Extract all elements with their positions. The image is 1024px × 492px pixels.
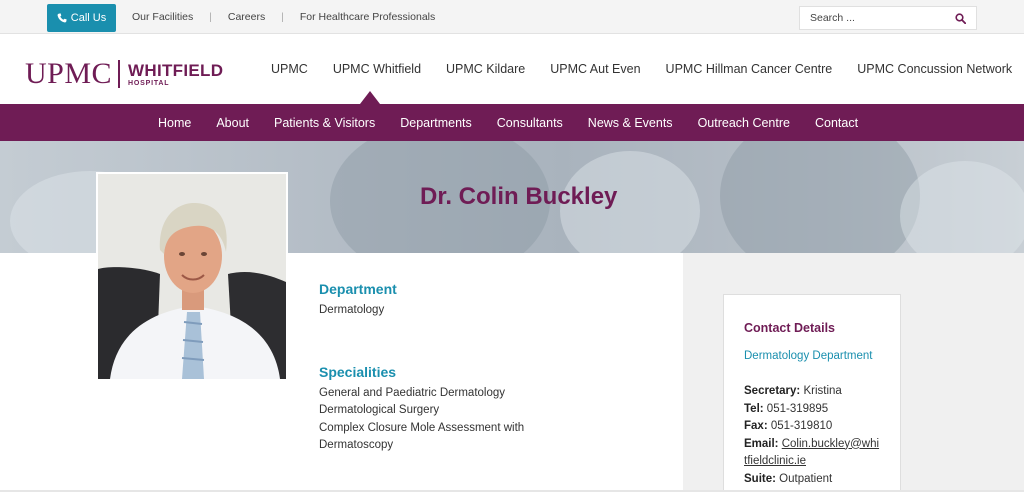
call-us-label: Call Us xyxy=(70,12,107,24)
specialities-heading: Specialities xyxy=(319,364,397,380)
tel-value: 051-319895 xyxy=(766,402,829,415)
email-link[interactable]: Colin.buckley@whi xyxy=(782,438,879,450)
search-input[interactable] xyxy=(810,12,950,24)
main-nav-upmc[interactable]: UPMC xyxy=(271,62,308,76)
separator: | xyxy=(281,11,284,23)
logo-hospital-name: WHITFIELD xyxy=(128,60,224,80)
sub-nav-consultants[interactable]: Consultants xyxy=(497,116,563,130)
email-row: Email: Colin.buckley@whi xyxy=(744,436,900,454)
contact-heading: Contact Details xyxy=(744,321,835,335)
sub-nav-home[interactable]: Home xyxy=(158,116,191,130)
speciality-item: General and Paediatric Dermatology xyxy=(319,386,506,399)
fax-label: Fax: xyxy=(744,420,768,432)
logo-hospital-sub: HOSPITAL xyxy=(128,79,170,87)
secretary-row: Secretary: Kristina xyxy=(744,383,900,401)
link-our-facilities[interactable]: Our Facilities xyxy=(132,11,193,23)
email-link-continued[interactable]: tfieldclinic.ie xyxy=(744,453,900,471)
main-nav-upmc-whitfield[interactable]: UPMC Whitfield xyxy=(333,62,421,76)
fax-row: Fax: 051-319810 xyxy=(744,418,900,436)
active-nav-indicator xyxy=(360,91,380,104)
consultant-photo xyxy=(96,172,288,381)
specialities-section: Specialities General and Paediatric Derm… xyxy=(319,364,569,455)
utility-links: Our Facilities | Careers | For Healthcar… xyxy=(132,0,435,34)
email-label: Email: xyxy=(744,437,779,450)
banner-texture xyxy=(900,161,1024,253)
search-icon[interactable] xyxy=(955,13,966,24)
logo-brand: UPMC xyxy=(25,57,113,90)
main-nav-upmc-concussion[interactable]: UPMC Concussion Network xyxy=(857,62,1012,76)
phone-icon xyxy=(57,13,67,23)
speciality-item: Dermatological Surgery xyxy=(319,404,440,416)
speciality-item: Complex Closure Mole Assessment with Der… xyxy=(319,421,525,452)
sub-nav-about[interactable]: About xyxy=(216,116,249,130)
main-nav-upmc-kildare[interactable]: UPMC Kildare xyxy=(446,62,525,76)
page-title: Dr. Colin Buckley xyxy=(420,183,618,210)
link-healthcare-professionals[interactable]: For Healthcare Professionals xyxy=(300,11,435,23)
department-value: Dermatology xyxy=(319,303,385,316)
sub-nav-news-events[interactable]: News & Events xyxy=(588,116,673,130)
sub-nav-patients-visitors[interactable]: Patients & Visitors xyxy=(274,116,375,130)
search-box xyxy=(799,6,977,30)
sub-nav-departments[interactable]: Departments xyxy=(400,116,472,130)
link-careers[interactable]: Careers xyxy=(228,11,265,23)
main-nav-upmc-aut-even[interactable]: UPMC Aut Even xyxy=(550,62,640,76)
site-header: UPMC WHITFIELD HOSPITAL UPMC UPMC Whitfi… xyxy=(0,34,1024,104)
logo-hospital: WHITFIELD HOSPITAL xyxy=(128,62,223,87)
banner-texture xyxy=(720,141,920,253)
upmc-whitfield-logo[interactable]: UPMC WHITFIELD HOSPITAL xyxy=(25,59,223,89)
utility-bar: Call Us Our Facilities | Careers | For H… xyxy=(0,0,1024,34)
department-section: Department Dermatology xyxy=(319,281,397,319)
secretary-label: Secretary: xyxy=(744,385,801,397)
sub-nav-contact[interactable]: Contact xyxy=(815,116,858,130)
tel-label: Tel: xyxy=(744,402,764,415)
suite-value: Outpatient xyxy=(779,472,833,485)
tel-row: Tel: 051-319895 xyxy=(744,401,900,419)
logo-divider xyxy=(118,60,121,88)
department-link[interactable]: Dermatology Department xyxy=(744,348,900,366)
sub-nav-outreach-centre[interactable]: Outreach Centre xyxy=(698,116,790,130)
department-heading: Department xyxy=(319,281,397,297)
fax-value: 051-319810 xyxy=(770,420,833,432)
main-nav-upmc-hillman[interactable]: UPMC Hillman Cancer Centre xyxy=(666,62,833,76)
contact-card: Contact Details Dermatology Department S… xyxy=(723,294,901,492)
call-us-button[interactable]: Call Us xyxy=(47,4,116,32)
sub-nav: Home About Patients & Visitors Departmen… xyxy=(0,104,1024,141)
suite-label: Suite: xyxy=(744,472,776,485)
suite-row: Suite: Outpatient xyxy=(744,471,900,489)
secretary-value: Kristina xyxy=(803,385,842,397)
main-nav: UPMC UPMC Whitfield UPMC Kildare UPMC Au… xyxy=(271,34,1012,104)
separator: | xyxy=(209,11,212,23)
